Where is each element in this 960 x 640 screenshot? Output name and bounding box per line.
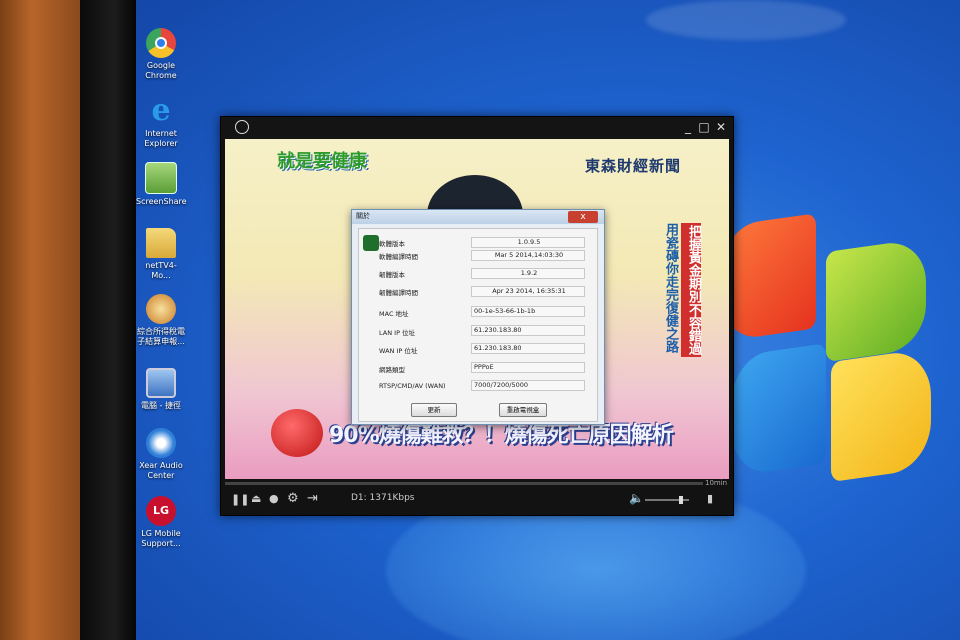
exit-icon[interactable]: ⇥ <box>307 491 318 506</box>
volume-icon[interactable]: 🔈 <box>629 491 644 505</box>
value-software-build-time: Mar 5 2014,14:03:30 <box>471 250 585 261</box>
record-icon[interactable]: ● <box>269 492 279 505</box>
globe-icon <box>235 120 249 134</box>
screen-reflection <box>646 0 846 40</box>
apple-graphic <box>271 409 323 457</box>
label-lan-ip: LAN IP 位址 <box>379 329 416 337</box>
label-software-build-time: 軟體編譯時間 <box>379 253 418 261</box>
value-firmware-build-time: Apr 23 2014, 16:35:31 <box>471 286 585 297</box>
value-wan-ip: 61.230.183.80 <box>471 343 585 354</box>
chrome-icon <box>146 28 176 58</box>
folder-icon <box>146 228 176 258</box>
desktop-icon-screenshare[interactable]: ScreenShare <box>136 162 187 207</box>
tax-app-icon <box>146 294 176 324</box>
app-logo-icon <box>363 235 379 251</box>
update-button[interactable]: 更新 <box>411 403 457 417</box>
desktop-icon-label: 綜合所得稅電子結算申報... <box>137 327 185 346</box>
value-firmware-version: 1.9.2 <box>471 268 585 279</box>
volume-knob[interactable] <box>679 496 683 504</box>
desktop-icon-tax[interactable]: 綜合所得稅電子結算申報... <box>136 294 186 347</box>
desktop-icon-ie[interactable]: e Internet Explorer <box>136 96 186 149</box>
audio-icon <box>146 428 176 458</box>
bitrate-label: D1: 1371Kbps <box>351 493 415 503</box>
seek-bar[interactable] <box>225 482 703 485</box>
value-network-type: PPPoE <box>471 362 585 373</box>
value-mac-address: 00-1e-53-66-1b-1b <box>471 306 585 317</box>
restart-tv-box-button[interactable]: 重啟電視盒 <box>499 403 547 417</box>
desktop-icon-label: Xear Audio Center <box>139 461 183 480</box>
desktop-icon-label: netTV4-Mo... <box>145 261 177 280</box>
label-network-type: 網路類型 <box>379 366 405 374</box>
computer-icon <box>146 368 176 398</box>
lg-icon: LG <box>146 496 176 526</box>
maximize-button[interactable]: □ <box>697 120 711 134</box>
desktop-icon-label: 電腦 - 捷徑 <box>141 401 181 410</box>
value-lan-ip: 61.230.183.80 <box>471 325 585 336</box>
minimize-button[interactable]: _ <box>681 120 695 134</box>
label-firmware-version: 韌體版本 <box>379 271 405 279</box>
label-firmware-build-time: 韌體編譯時間 <box>379 289 418 297</box>
desktop-icon-xear[interactable]: Xear Audio Center <box>136 428 186 481</box>
player-controls: 10min ❚❚ ⏏ ● ⚙ ⇥ D1: 1371Kbps 🔈 ▮ <box>221 479 733 515</box>
channel-name: 東森財經新聞 <box>585 157 682 175</box>
ie-icon: e <box>151 93 171 128</box>
gear-icon[interactable]: ⚙ <box>287 491 299 506</box>
duration-label: 10min <box>705 479 728 487</box>
close-button[interactable]: ✕ <box>714 120 728 134</box>
label-ports: RTSP/CMD/AV (WAN) <box>379 382 446 390</box>
desktop-icon-nettv4[interactable]: netTV4-Mo... <box>136 228 186 281</box>
desktop-icon-label: Internet Explorer <box>144 129 178 148</box>
pause-icon[interactable]: ❚❚ <box>231 493 249 506</box>
program-logo: 就是要健康 <box>277 151 367 172</box>
about-dialog-titlebar[interactable]: 關於 x <box>352 210 604 224</box>
player-titlebar[interactable]: _ □ ✕ <box>221 117 733 139</box>
desktop-icon-label: ScreenShare <box>136 197 187 206</box>
label-software-version: 軟體版本 <box>379 240 405 248</box>
label-wan-ip: WAN IP 位址 <box>379 347 418 355</box>
about-dialog[interactable]: 關於 x 軟體版本 1.0.9.5 軟體編譯時間 Mar 5 2014,14:0… <box>351 209 605 425</box>
fullscreen-icon[interactable]: ▮ <box>707 492 713 505</box>
wooden-frame <box>0 0 80 640</box>
about-dialog-body: 軟體版本 1.0.9.5 軟體編譯時間 Mar 5 2014,14:03:30 … <box>358 228 598 422</box>
side-caption-blue: 用瓷磚你走完復健之路 <box>663 223 678 353</box>
about-close-button[interactable]: x <box>568 211 598 223</box>
desktop-icon-label: LG Mobile Support... <box>141 529 181 548</box>
side-caption-red: 把握黃金期別不容錯過 <box>681 223 701 357</box>
desktop-icon-chrome[interactable]: Google Chrome <box>136 28 186 81</box>
value-ports: 7000/7200/5000 <box>471 380 585 391</box>
eject-icon[interactable]: ⏏ <box>251 492 261 505</box>
screenshare-icon <box>145 162 177 194</box>
desktop-icon-label: Google Chrome <box>145 61 177 80</box>
label-mac-address: MAC 地址 <box>379 310 409 318</box>
about-dialog-title: 關於 <box>356 212 370 220</box>
value-software-version: 1.0.9.5 <box>471 237 585 248</box>
desktop-icon-computer[interactable]: 電腦 - 捷徑 <box>136 368 186 411</box>
monitor-bezel <box>80 0 136 640</box>
desktop-icon-lg[interactable]: LG LG Mobile Support... <box>136 496 186 549</box>
